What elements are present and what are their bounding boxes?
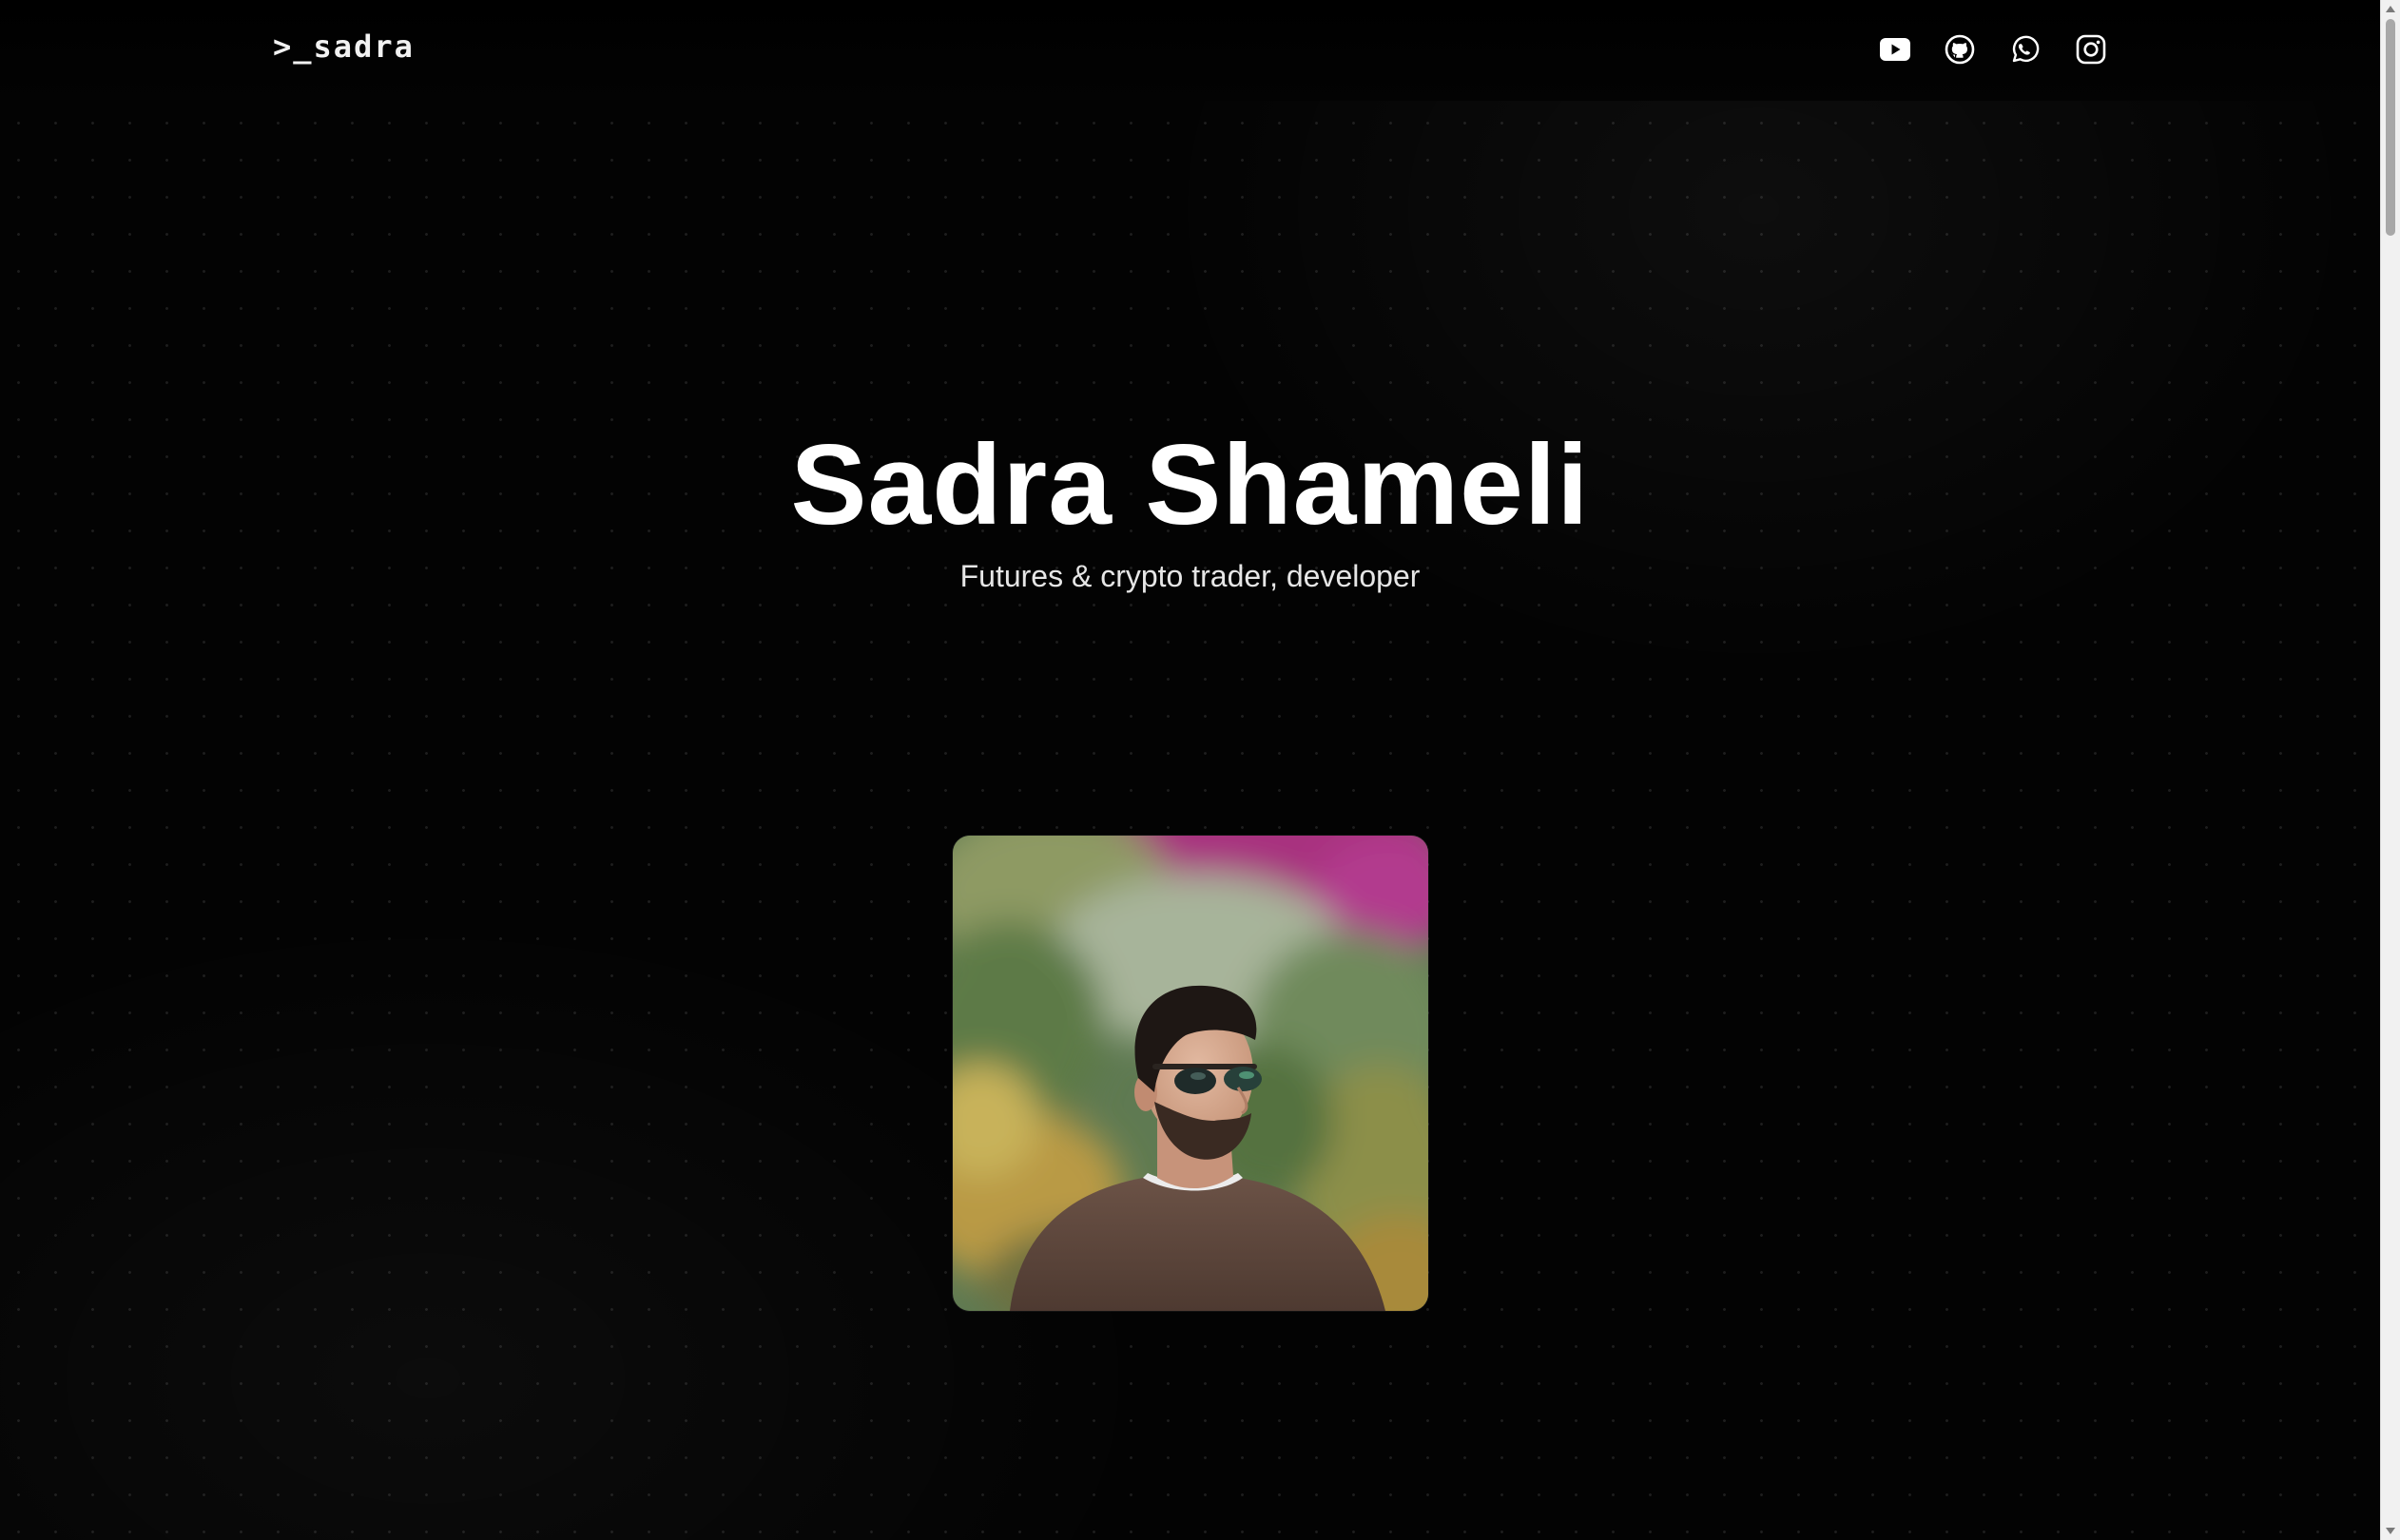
youtube-icon xyxy=(1880,38,1910,61)
whatsapp-link[interactable] xyxy=(2007,32,2042,67)
scroll-up-arrow-icon[interactable] xyxy=(2386,6,2395,12)
dot-grid-background xyxy=(0,101,2380,1540)
youtube-link[interactable] xyxy=(1878,32,1912,67)
whatsapp-icon xyxy=(2009,34,2040,65)
instagram-icon xyxy=(2076,34,2106,65)
scrollbar[interactable] xyxy=(2380,0,2400,1540)
portrait-illustration xyxy=(953,836,1428,1311)
page: >_sadra Sadra Shameli Futures & crypto t… xyxy=(0,0,2380,1540)
github-icon xyxy=(1945,34,1975,65)
scroll-down-arrow-icon[interactable] xyxy=(2386,1528,2395,1534)
hero-subtitle: Futures & crypto trader, developer xyxy=(959,559,1421,593)
scroll-thumb[interactable] xyxy=(2386,19,2395,236)
hero-title: Sadra Shameli xyxy=(790,421,1590,549)
site-header: >_sadra xyxy=(0,0,2380,101)
github-link[interactable] xyxy=(1943,32,1977,67)
portrait-photo xyxy=(953,836,1428,1311)
site-logo[interactable]: >_sadra xyxy=(273,29,415,65)
instagram-link[interactable] xyxy=(2074,32,2108,67)
